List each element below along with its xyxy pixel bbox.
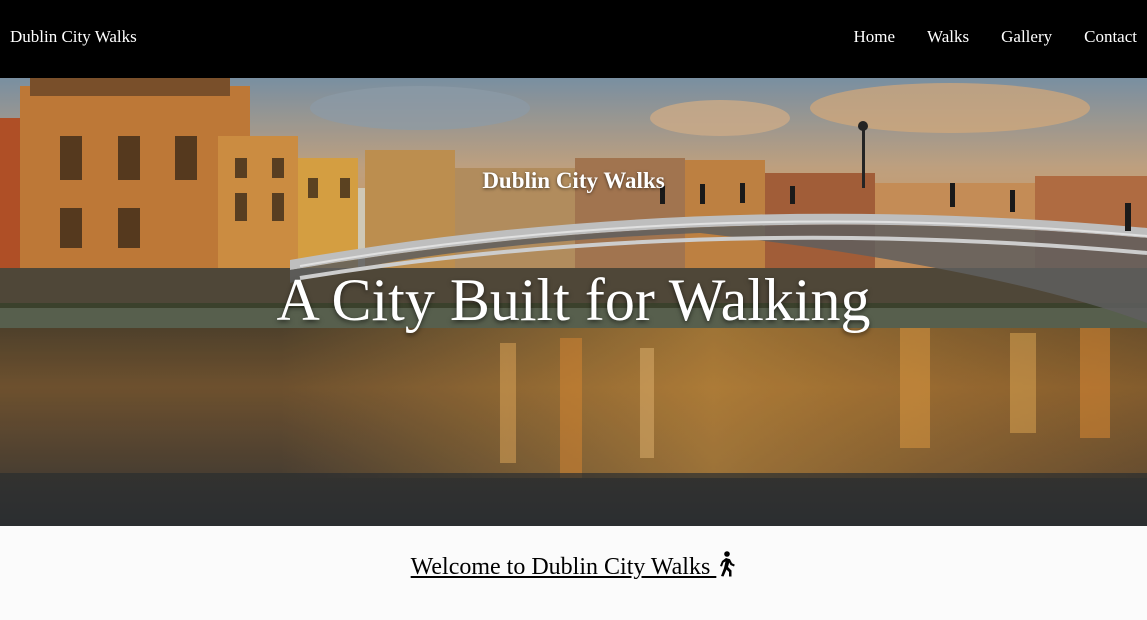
welcome-section: Welcome to Dublin City Walks (0, 526, 1147, 620)
hero-banner: Dublin City Walks A City Built for Walki… (0, 78, 1147, 526)
welcome-heading-text: Welcome to Dublin City Walks (410, 554, 717, 580)
nav-links: Home Walks Gallery Contact (854, 27, 1138, 47)
hero-title: A City Built for Walking (276, 267, 871, 333)
hero-subtitle: Dublin City Walks (482, 168, 665, 193)
nav-link-home[interactable]: Home (854, 27, 896, 47)
top-navbar: Dublin City Walks Home Walks Gallery Con… (0, 0, 1147, 78)
brand-link[interactable]: Dublin City Walks (10, 27, 137, 47)
nav-link-contact[interactable]: Contact (1084, 27, 1137, 47)
welcome-heading: Welcome to Dublin City Walks (0, 551, 1147, 581)
nav-link-gallery[interactable]: Gallery (1001, 27, 1052, 47)
person-walking-icon (716, 551, 736, 577)
nav-link-walks[interactable]: Walks (927, 27, 969, 47)
